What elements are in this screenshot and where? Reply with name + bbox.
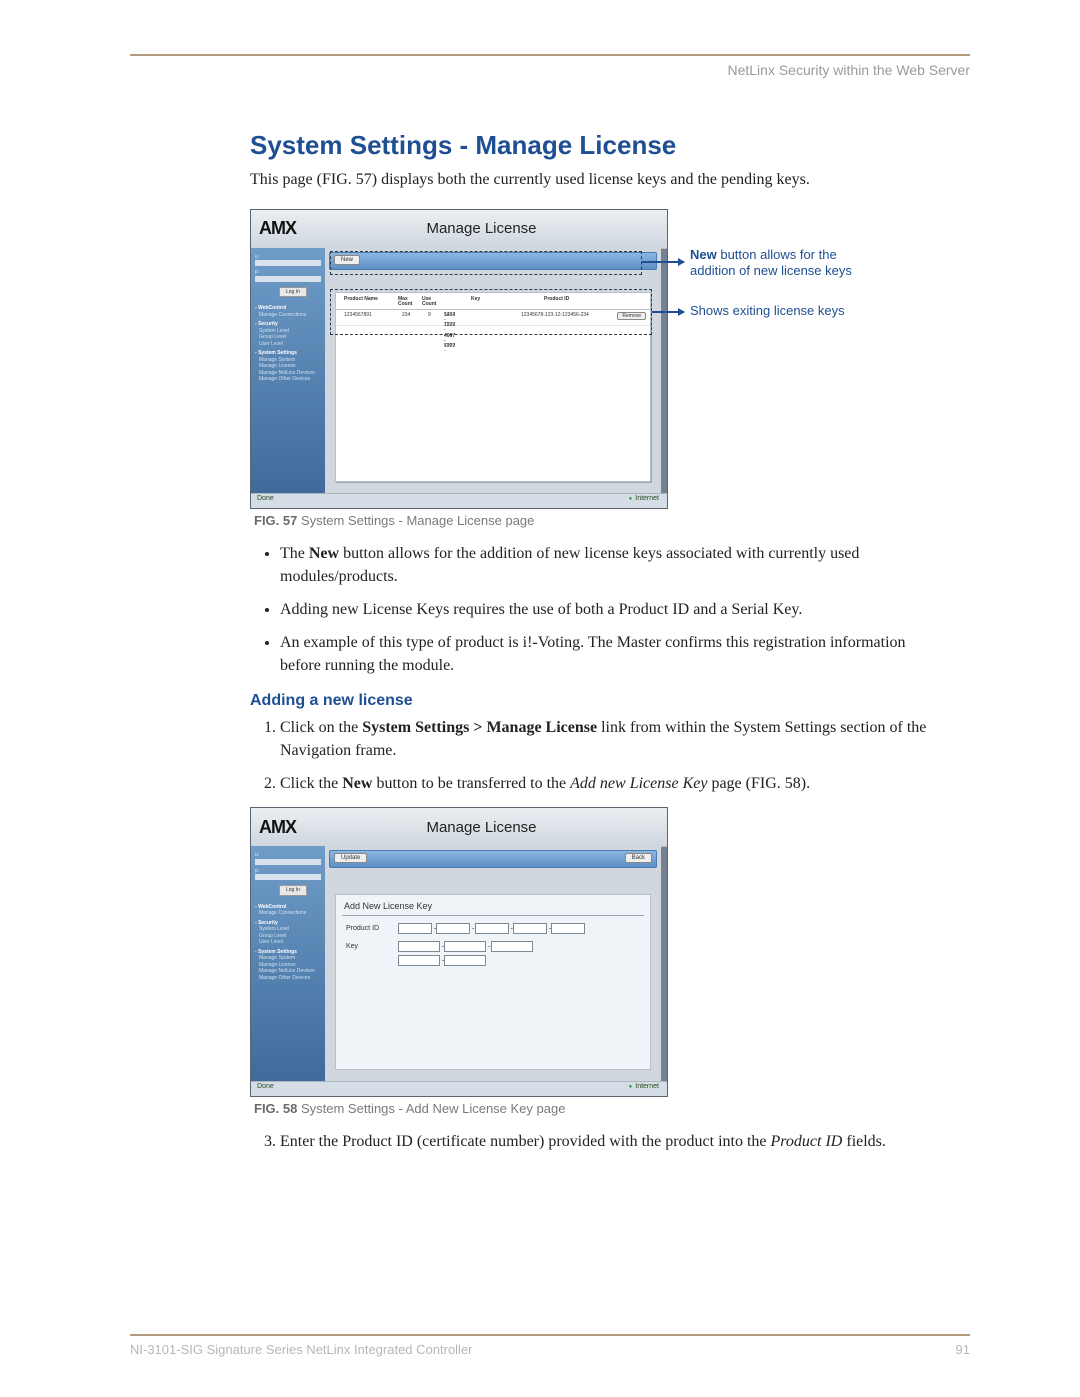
update-button[interactable]: Update	[334, 853, 367, 863]
callout-arrow-new	[642, 261, 684, 263]
amx-logo: AMX	[259, 218, 296, 239]
callout-arrow-existing	[652, 311, 684, 313]
status-done: Done	[257, 495, 274, 502]
app-main-b: Update Back Add New License Key Product …	[325, 846, 661, 1082]
product-id-input-2[interactable]	[436, 923, 470, 934]
page-content: System Settings - Manage License This pa…	[250, 130, 950, 1153]
form-divider	[342, 915, 644, 916]
username-input[interactable]	[255, 260, 321, 266]
status-bar: Done Internet	[251, 493, 667, 508]
app-header: AMX Manage License	[251, 210, 667, 249]
footer-text: NI-3101-SIG Signature Series NetLinx Int…	[130, 1342, 473, 1357]
product-id-input-4[interactable]	[513, 923, 547, 934]
bullet-2: Adding new License Keys requires the use…	[280, 598, 950, 621]
highlight-license-row	[330, 289, 652, 335]
step-1: Click on the System Settings > Manage Li…	[280, 716, 950, 762]
product-id-input-3[interactable]	[475, 923, 509, 934]
password-input[interactable]	[255, 276, 321, 282]
u-label: u:	[255, 254, 259, 260]
screen-title-b: Manage License	[296, 819, 667, 836]
screen-title: Manage License	[296, 220, 667, 237]
page-number: 91	[956, 1342, 970, 1357]
section-title: System Settings - Manage License	[250, 130, 950, 161]
product-id-input-1[interactable]	[398, 923, 432, 934]
login-button[interactable]: Log In	[279, 287, 307, 298]
key-input-3[interactable]	[491, 941, 533, 952]
add-license-form: Add New License Key Product ID - - - -	[335, 894, 651, 1070]
product-id-input-5[interactable]	[551, 923, 585, 934]
app-sidebar: u: p: Log In - WebControl Manage Connect…	[251, 248, 325, 494]
figure-57-graphic: AMX Manage License u: p: Log In - WebCon…	[250, 209, 870, 509]
bullet-3: An example of this type of product is i!…	[280, 631, 950, 677]
subhead-adding-license: Adding a new license	[250, 692, 950, 710]
key-input-4[interactable]	[398, 955, 440, 966]
form-title: Add New License Key	[344, 901, 432, 911]
app-window-b: AMX Manage License u: p: Log In - WebCon…	[250, 807, 668, 1097]
callout-new: New button allows for the addition of ne…	[690, 247, 865, 281]
page-footer: NI-3101-SIG Signature Series NetLinx Int…	[130, 1334, 970, 1357]
highlight-new-toolbar	[330, 251, 642, 275]
sidebar-item-manage-other-devices[interactable]: Manage Other Devices	[259, 376, 321, 383]
amx-logo-b: AMX	[259, 817, 296, 838]
steps-list: Click on the System Settings > Manage Li…	[260, 716, 950, 796]
figure-58-caption: FIG. 58 System Settings - Add New Licens…	[254, 1101, 950, 1116]
back-button[interactable]: Back	[625, 853, 652, 863]
intro-paragraph: This page (FIG. 57) displays both the cu…	[250, 169, 950, 191]
p-label: p:	[255, 269, 259, 275]
status-bar-b: Done Internet	[251, 1081, 667, 1096]
document-page: NetLinx Security within the Web Server S…	[0, 0, 1080, 1397]
figure-58-graphic: AMX Manage License u: p: Log In - WebCon…	[250, 807, 670, 1097]
key-input-5[interactable]	[444, 955, 486, 966]
bullet-1: The New button allows for the addition o…	[280, 542, 950, 588]
step-2: Click the New button to be transferred t…	[280, 772, 950, 795]
figure-58: AMX Manage License u: p: Log In - WebCon…	[250, 807, 950, 1116]
login-button-b[interactable]: Log In	[279, 885, 307, 896]
status-internet: Internet	[629, 495, 659, 502]
app-main: New Product Name Max Count Use Count Key…	[325, 248, 661, 494]
step-3: Enter the Product ID (certificate number…	[280, 1130, 950, 1153]
sidebar-item-manage-other-devices-b[interactable]: Manage Other Devices	[259, 975, 321, 982]
callout-existing: Shows exiting license keys	[690, 303, 865, 320]
running-head: NetLinx Security within the Web Server	[727, 62, 970, 78]
status-internet-b: Internet	[629, 1083, 659, 1090]
p-label-b: p:	[255, 868, 259, 874]
u-label-b: u:	[255, 852, 259, 858]
figure-57: AMX Manage License u: p: Log In - WebCon…	[250, 209, 950, 528]
figure-57-caption: FIG. 57 System Settings - Manage License…	[254, 513, 950, 528]
sidebar-item-manage-netlinx-devices-b[interactable]: Manage NetLinx Devices	[259, 968, 321, 975]
top-rule	[130, 54, 970, 56]
app-sidebar-b: u: p: Log In - WebControl Manage Connect…	[251, 846, 325, 1082]
label-key: Key	[346, 943, 396, 950]
status-done-b: Done	[257, 1083, 274, 1090]
label-product-id: Product ID	[346, 925, 396, 932]
key-input-1[interactable]	[398, 941, 440, 952]
toolbar-b: Update Back	[329, 850, 657, 868]
username-input-b[interactable]	[255, 859, 321, 865]
bullet-list: The New button allows for the addition o…	[280, 542, 950, 678]
key-input-2[interactable]	[444, 941, 486, 952]
app-header-b: AMX Manage License	[251, 808, 667, 847]
steps-list-cont: Enter the Product ID (certificate number…	[260, 1130, 950, 1153]
password-input-b[interactable]	[255, 874, 321, 880]
